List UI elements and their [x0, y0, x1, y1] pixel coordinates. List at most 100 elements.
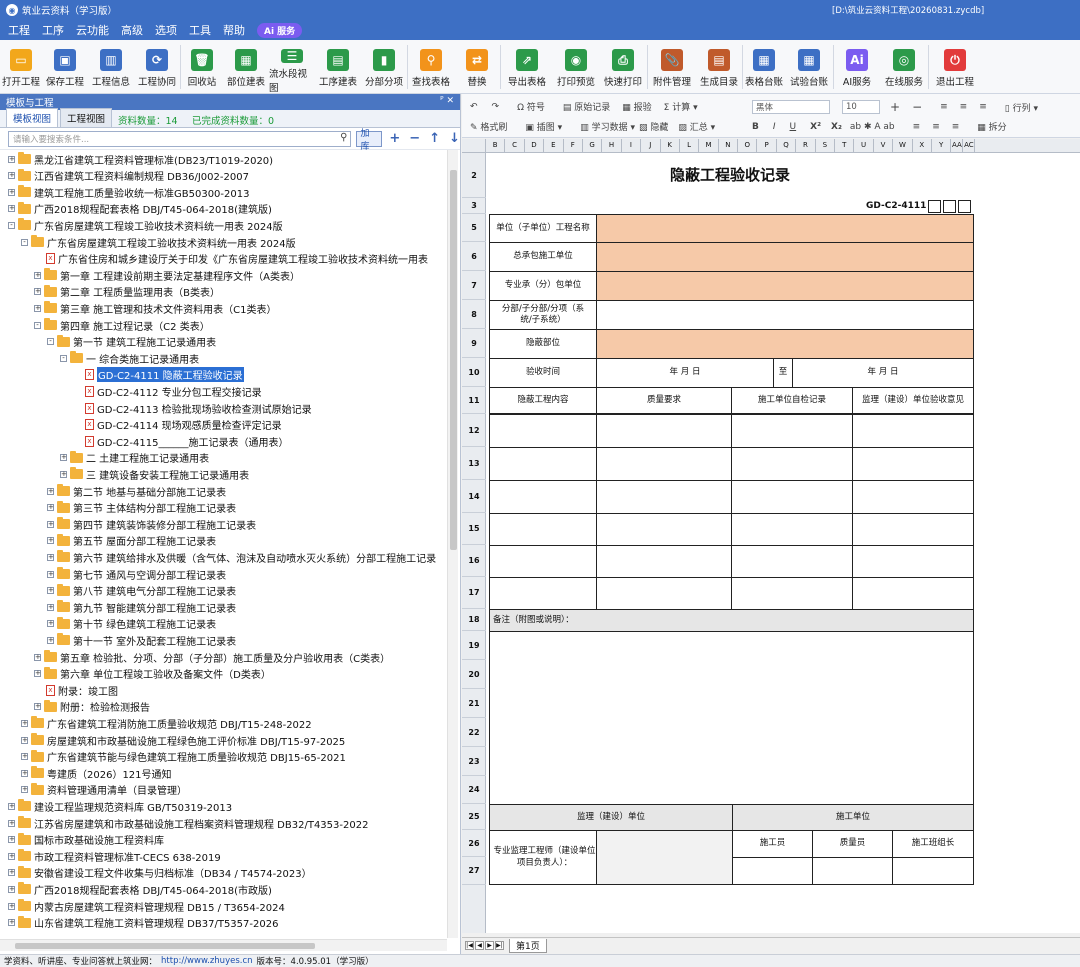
- tree-folder-node[interactable]: + 第二节 地基与基础分部施工记录表: [47, 483, 226, 499]
- font-size-select[interactable]: 10: [842, 100, 880, 114]
- move-up-icon[interactable]: ↑: [429, 131, 440, 146]
- menu-help[interactable]: 帮助: [223, 22, 245, 38]
- table-cell[interactable]: [596, 577, 732, 610]
- tree-folder-node[interactable]: + 黑龙江省建筑工程资料管理标准(DB23/T1019-2020): [8, 151, 273, 167]
- tree-folder-node[interactable]: + 江西省建筑工程资料编制规程 DB36/J002-2007: [8, 168, 249, 184]
- toolbar-button-export[interactable]: ⇗ 导出表格: [501, 40, 553, 94]
- tree-folder-node[interactable]: + 广东省建筑节能与绿色建筑工程施工质量验收规范 DBJ15-65-2021: [21, 749, 346, 765]
- toolbar-button-ledger[interactable]: ▦ 表格台账: [743, 40, 785, 94]
- toolbar-button-ai[interactable]: Ai AI服务: [834, 40, 880, 94]
- toolbar-button-eye[interactable]: ◉ 打印预览: [553, 40, 599, 94]
- column-label[interactable]: B: [486, 139, 506, 152]
- expand-plus-icon[interactable]: +: [389, 131, 400, 146]
- align-center-icon[interactable]: ≡: [960, 102, 968, 112]
- tree-folder-node[interactable]: + 第十一节 室外及配套工程施工记录表: [47, 632, 236, 648]
- column-label[interactable]: R: [796, 139, 816, 152]
- expand-icon[interactable]: +: [60, 454, 67, 462]
- search-icon[interactable]: ⚲: [340, 132, 347, 143]
- expand-icon[interactable]: +: [21, 736, 28, 744]
- tree-folder-node[interactable]: + 广西2018规程配套表格 DBJ/T45-064-2018(建筑版): [8, 201, 272, 217]
- tab-project-view[interactable]: 工程视图: [60, 108, 113, 127]
- column-label[interactable]: S: [816, 139, 836, 152]
- menu-options[interactable]: 选项: [155, 22, 177, 38]
- expand-icon[interactable]: +: [8, 188, 15, 196]
- first-sheet-icon[interactable]: |◀: [465, 941, 474, 950]
- row-number[interactable]: 9: [462, 329, 486, 358]
- tree-folder-node[interactable]: + 第八节 建筑电气分部工程施工记录表: [47, 583, 236, 599]
- toolbar-button-sync[interactable]: ⟳ 工程协同: [134, 40, 180, 94]
- project-name-field[interactable]: [596, 214, 974, 243]
- sub-contractor-field[interactable]: [596, 271, 974, 301]
- row-number[interactable]: 16: [462, 545, 486, 577]
- tree-folder-node[interactable]: + 建筑工程施工质量验收统一标准GB50300-2013: [8, 184, 249, 200]
- expand-icon[interactable]: +: [47, 520, 54, 528]
- table-cell[interactable]: [489, 513, 597, 546]
- expand-icon[interactable]: +: [8, 869, 15, 877]
- expand-icon[interactable]: +: [47, 587, 54, 595]
- grow-font-icon[interactable]: +: [890, 100, 900, 114]
- column-label[interactable]: L: [680, 139, 700, 152]
- column-label[interactable]: P: [757, 139, 777, 152]
- tree-folder-node[interactable]: + 第一章 工程建设前期主要法定基建程序文件（A类表）: [34, 267, 300, 283]
- division-field[interactable]: [596, 300, 974, 330]
- table-cell[interactable]: [852, 447, 974, 481]
- row-number[interactable]: 19: [462, 631, 486, 660]
- date-from-field[interactable]: 年 月 日: [596, 358, 774, 388]
- tree-doc-node[interactable]: x GD-C2-4115______施工记录表（通用表）: [73, 433, 288, 449]
- row-number[interactable]: 3: [462, 198, 486, 214]
- toolbar-button-power[interactable]: ⏻ 退出工程: [929, 40, 981, 94]
- subscript-icon[interactable]: X₂: [831, 122, 842, 132]
- expand-icon[interactable]: +: [21, 753, 28, 761]
- table-cell[interactable]: [596, 447, 732, 481]
- expand-icon[interactable]: +: [47, 504, 54, 512]
- expand-icon[interactable]: +: [8, 205, 15, 213]
- tree-horizontal-scrollbar[interactable]: [0, 939, 447, 951]
- menu-advanced[interactable]: 高级: [121, 22, 143, 38]
- column-label[interactable]: U: [854, 139, 874, 152]
- table-cell[interactable]: [731, 545, 853, 578]
- collapse-icon[interactable]: -: [60, 354, 67, 362]
- quality-officer-sign-field[interactable]: [812, 857, 893, 885]
- align-left-icon[interactable]: ≡: [940, 102, 948, 112]
- tree-folder-node[interactable]: - 第一节 建筑工程施工记录通用表: [47, 334, 216, 350]
- tree-folder-node[interactable]: - 一 综合类施工记录通用表: [60, 350, 199, 366]
- tree-folder-node[interactable]: + 广东省建筑工程消防施工质量验收规范 DBJ/T15-248-2022: [21, 715, 312, 731]
- row-col-button[interactable]: ▯ 行列 ▾: [1005, 101, 1038, 114]
- row-number[interactable]: 18: [462, 609, 486, 631]
- column-label[interactable]: D: [525, 139, 545, 152]
- expand-icon[interactable]: +: [47, 603, 54, 611]
- column-label[interactable]: V: [874, 139, 894, 152]
- row-number[interactable]: 21: [462, 689, 486, 718]
- align-right-icon[interactable]: ≡: [979, 102, 987, 112]
- toolbar-button-chart[interactable]: ▮ 分部分项: [361, 40, 407, 94]
- align-right-icon[interactable]: ≡: [952, 122, 960, 132]
- tree-vertical-scrollbar[interactable]: [447, 150, 458, 938]
- expand-icon[interactable]: +: [8, 919, 15, 927]
- tree-folder-node[interactable]: + 第六章 单位工程竣工验收及备案文件（D类表）: [34, 666, 271, 682]
- column-label[interactable]: J: [641, 139, 661, 152]
- collapse-minus-icon[interactable]: −: [409, 131, 420, 146]
- row-number[interactable]: 20: [462, 660, 486, 689]
- toolbar-button-recycle-bin[interactable]: 🗑 回收站: [181, 40, 223, 94]
- column-label[interactable]: H: [602, 139, 622, 152]
- tree-folder-node[interactable]: + 粤建质（2026）121号通知: [21, 765, 172, 781]
- shrink-font-icon[interactable]: −: [912, 100, 922, 114]
- column-label[interactable]: AC: [963, 139, 976, 152]
- table-cell[interactable]: [852, 480, 974, 514]
- undo-icon[interactable]: ↶: [470, 102, 478, 112]
- table-cell[interactable]: [489, 447, 597, 481]
- split-button[interactable]: ▦ 拆分: [977, 120, 1006, 133]
- tree-folder-node[interactable]: + 附册：检验检测报告: [34, 699, 150, 715]
- tree-folder-node[interactable]: + 广西2018规程配套表格 DBJ/T45-064-2018(市政版): [8, 881, 272, 897]
- table-cell[interactable]: [596, 414, 732, 448]
- expand-icon[interactable]: +: [34, 703, 41, 711]
- align-left-icon[interactable]: ≡: [913, 122, 921, 132]
- code-box[interactable]: [958, 199, 972, 213]
- add-library-button[interactable]: 加库: [356, 129, 383, 152]
- tree-folder-node[interactable]: + 资料管理通用清单（目录管理）: [21, 782, 187, 798]
- format-brush-button[interactable]: ✎ 格式刷: [470, 120, 507, 133]
- row-number[interactable]: 17: [462, 577, 486, 609]
- tree-doc-node[interactable]: x 广东省住房和城乡建设厅关于印发《广东省房屋建筑工程竣工验收技术资料统一用表: [34, 251, 428, 267]
- learn-data-button[interactable]: ▥ 学习数据 ▾: [580, 120, 635, 133]
- remark-field[interactable]: [489, 631, 974, 805]
